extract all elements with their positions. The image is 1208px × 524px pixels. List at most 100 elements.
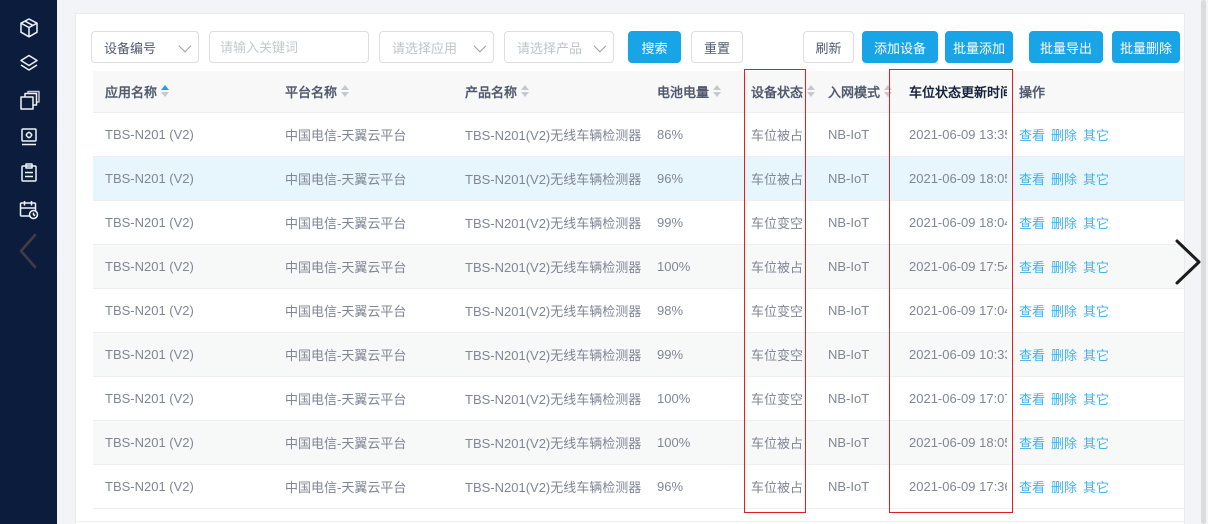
cell-app-name: TBS-N201 (V2) [93, 376, 273, 420]
sort-icon[interactable] [807, 85, 815, 97]
cell-update-time: 2021-06-09 17:07:27 [897, 376, 1007, 420]
monitor-gear-icon[interactable] [17, 125, 41, 149]
keyword-input[interactable] [220, 40, 358, 55]
cell-update-time: 2021-06-09 17:54:12 [897, 244, 1007, 288]
calendar-clock-icon[interactable] [17, 198, 41, 222]
batch-export-button[interactable]: 批量导出 [1029, 31, 1103, 63]
cell-product-name: TBS-N201(V2)无线车辆检测器 [453, 200, 645, 244]
cell-device-status: 车位被占 [739, 112, 816, 156]
app-select[interactable]: 请选择应用 [379, 31, 494, 63]
cell-operations: 查看删除其它 [1007, 420, 1184, 464]
chevron-left-icon[interactable] [15, 232, 41, 270]
cell-operations: 查看删除其它 [1007, 332, 1184, 376]
table-row[interactable]: TBS-N201 (V2) 中国电信-天翼云平台 TBS-N201(V2)无线车… [93, 332, 1184, 376]
table-row[interactable]: TBS-N201 (V2) 中国电信-天翼云平台 TBS-N201(V2)无线车… [93, 288, 1184, 332]
view-link[interactable]: 查看 [1019, 348, 1045, 363]
cell-update-time: 2021-06-09 17:04:10 [897, 288, 1007, 332]
cell-platform-name: 中国电信-天翼云平台 [273, 464, 453, 508]
product-select[interactable]: 请选择产品 [504, 31, 614, 63]
column-header-app-name[interactable]: 应用名称 [93, 71, 273, 112]
cell-device-status: 车位变空 [739, 200, 816, 244]
cell-platform-name: 中国电信-天翼云平台 [273, 376, 453, 420]
chevron-right-icon[interactable] [1173, 238, 1203, 286]
other-link[interactable]: 其它 [1083, 348, 1109, 363]
column-header-slot-status-update-time[interactable]: 车位状态更新时间 [897, 71, 1007, 112]
delete-link[interactable]: 删除 [1051, 128, 1077, 143]
view-link[interactable]: 查看 [1019, 480, 1045, 495]
cell-product-name: TBS-N201(V2)无线车辆检测器 [453, 420, 645, 464]
column-header-product-name[interactable]: 产品名称 [453, 71, 645, 112]
reset-button[interactable]: 重置 [691, 31, 743, 63]
cell-platform-name: 中国电信-天翼云平台 [273, 288, 453, 332]
cell-operations: 查看删除其它 [1007, 244, 1184, 288]
view-link[interactable]: 查看 [1019, 128, 1045, 143]
column-header-battery-level[interactable]: 电池电量 [645, 71, 739, 112]
cell-battery-level: 100% [645, 376, 739, 420]
product-select-placeholder: 请选择产品 [517, 38, 582, 57]
chevron-down-icon [474, 39, 487, 52]
sort-icon[interactable] [521, 85, 529, 97]
other-link[interactable]: 其它 [1083, 480, 1109, 495]
other-link[interactable]: 其它 [1083, 260, 1109, 275]
other-link[interactable]: 其它 [1083, 392, 1109, 407]
table-row[interactable]: TBS-N201 (V2) 中国电信-天翼云平台 TBS-N201(V2)无线车… [93, 156, 1184, 200]
table-row[interactable]: TBS-N201 (V2) 中国电信-天翼云平台 TBS-N201(V2)无线车… [93, 200, 1184, 244]
clipboard-icon[interactable] [17, 161, 41, 185]
copies-icon[interactable] [17, 89, 41, 113]
cell-device-status: 车位变空 [739, 332, 816, 376]
cell-operations: 查看删除其它 [1007, 156, 1184, 200]
search-button[interactable]: 搜索 [628, 31, 681, 63]
refresh-button[interactable]: 刷新 [803, 31, 854, 63]
table-row[interactable]: TBS-N201 (V2) 中国电信-天翼云平台 TBS-N201(V2)无线车… [93, 376, 1184, 420]
column-header-platform-name[interactable]: 平台名称 [273, 71, 453, 112]
delete-link[interactable]: 删除 [1051, 436, 1077, 451]
delete-link[interactable]: 删除 [1051, 304, 1077, 319]
delete-link[interactable]: 删除 [1051, 348, 1077, 363]
cell-operations: 查看删除其它 [1007, 200, 1184, 244]
other-link[interactable]: 其它 [1083, 128, 1109, 143]
table-row[interactable]: TBS-N201 (V2) 中国电信-天翼云平台 TBS-N201(V2)无线车… [93, 464, 1184, 508]
cell-network-mode: NB-IoT [816, 244, 897, 288]
view-link[interactable]: 查看 [1019, 436, 1045, 451]
sort-icon[interactable] [341, 85, 349, 97]
delete-link[interactable]: 删除 [1051, 172, 1077, 187]
other-link[interactable]: 其它 [1083, 172, 1109, 187]
sort-icon[interactable] [884, 85, 892, 97]
cube-icon[interactable] [17, 16, 41, 40]
column-header-device-status[interactable]: 设备状态 [739, 71, 816, 112]
delete-link[interactable]: 删除 [1051, 260, 1077, 275]
view-link[interactable]: 查看 [1019, 304, 1045, 319]
delete-link[interactable]: 删除 [1051, 392, 1077, 407]
table-row[interactable]: TBS-N201 (V2) 中国电信-天翼云平台 TBS-N201(V2)无线车… [93, 112, 1184, 156]
cell-app-name: TBS-N201 (V2) [93, 464, 273, 508]
cell-battery-level: 100% [645, 244, 739, 288]
delete-link[interactable]: 删除 [1051, 480, 1077, 495]
batch-delete-button[interactable]: 批量删除 [1112, 31, 1180, 63]
view-link[interactable]: 查看 [1019, 260, 1045, 275]
delete-link[interactable]: 删除 [1051, 216, 1077, 231]
sort-icon[interactable] [161, 85, 169, 97]
cell-network-mode: NB-IoT [816, 332, 897, 376]
table-row[interactable]: TBS-N201 (V2) 中国电信-天翼云平台 TBS-N201(V2)无线车… [93, 420, 1184, 464]
search-field-value: 设备编号 [104, 38, 156, 57]
add-device-button[interactable]: 添加设备 [862, 31, 938, 63]
other-link[interactable]: 其它 [1083, 216, 1109, 231]
table-row[interactable]: TBS-N201 (V2) 中国电信-天翼云平台 TBS-N201(V2)无线车… [93, 244, 1184, 288]
cell-battery-level: 96% [645, 156, 739, 200]
search-field-select[interactable]: 设备编号 [91, 31, 199, 63]
cell-app-name: TBS-N201 (V2) [93, 332, 273, 376]
layers-icon[interactable] [17, 52, 41, 76]
cell-update-time: 2021-06-09 17:36:10 [897, 464, 1007, 508]
sort-icon[interactable] [713, 85, 721, 97]
sidebar [0, 0, 57, 524]
chevron-down-icon [179, 39, 192, 52]
cell-battery-level: 86% [645, 112, 739, 156]
column-header-network-mode[interactable]: 入网模式 [816, 71, 897, 112]
batch-add-button[interactable]: 批量添加 [945, 31, 1013, 63]
view-link[interactable]: 查看 [1019, 216, 1045, 231]
view-link[interactable]: 查看 [1019, 172, 1045, 187]
cell-operations: 查看删除其它 [1007, 112, 1184, 156]
other-link[interactable]: 其它 [1083, 436, 1109, 451]
view-link[interactable]: 查看 [1019, 392, 1045, 407]
other-link[interactable]: 其它 [1083, 304, 1109, 319]
